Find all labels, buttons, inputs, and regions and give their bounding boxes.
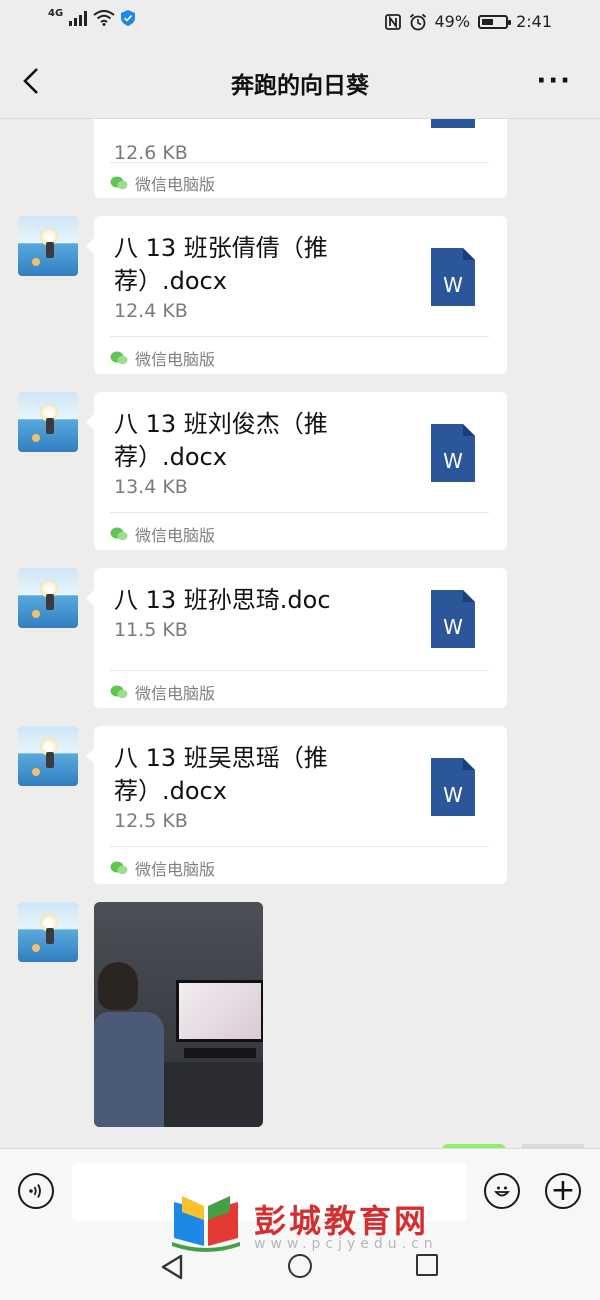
divider <box>110 162 489 163</box>
voice-button[interactable] <box>18 1173 54 1209</box>
divider <box>110 512 489 513</box>
avatar[interactable] <box>18 726 78 786</box>
file-source: 微信电脑版 <box>110 856 215 880</box>
photo-thumbnail[interactable] <box>94 902 263 1127</box>
file-message[interactable]: 八 13 班吴思瑶（推荐）.docx 12.5 KB W 微信电脑版 <box>86 726 507 884</box>
svg-text:W: W <box>443 615 463 639</box>
file-message[interactable]: 八 13 班孙思琦.doc 11.5 KB W 微信电脑版 <box>86 568 507 708</box>
clock: 2:41 <box>516 12 552 31</box>
file-name: 八 13 班吴思瑶（推荐）.docx <box>114 744 328 805</box>
avatar[interactable] <box>18 392 78 452</box>
file-size: 11.5 KB <box>114 619 188 641</box>
plus-icon[interactable]: + <box>545 1173 581 1209</box>
file-size: 12.5 KB <box>114 810 188 832</box>
file-name: 八 13 班张倩倩（推荐）.docx <box>114 234 328 295</box>
watermark: 彭城教育网 www.pcjyedu.cn <box>170 1190 470 1260</box>
word-doc-icon: W <box>431 590 475 648</box>
alarm-icon <box>409 13 426 30</box>
word-doc-icon: W <box>431 758 475 816</box>
svg-text:W: W <box>443 273 463 297</box>
chat-header: 奔跑的向日葵 ··· <box>0 44 600 119</box>
file-name: 八 13 班孙思琦.doc <box>114 586 331 614</box>
avatar[interactable] <box>18 216 78 276</box>
file-source: 微信电脑版 <box>110 680 215 704</box>
wechat-icon <box>110 861 128 875</box>
battery-percent: 49% <box>434 12 471 31</box>
watermark-url: www.pcjyedu.cn <box>254 1236 438 1252</box>
file-source: 微信电脑版 <box>110 171 215 195</box>
divider <box>110 846 489 847</box>
word-doc-icon: W <box>431 118 475 128</box>
chat-title: 奔跑的向日葵 <box>231 73 369 99</box>
svg-text:W: W <box>443 783 463 807</box>
more-dots-icon[interactable]: ··· <box>536 66 572 96</box>
avatar[interactable] <box>18 568 78 628</box>
word-doc-icon: W <box>431 248 475 306</box>
wechat-icon <box>110 351 128 365</box>
file-message[interactable]: 八 13 班刘俊杰（推荐）.docx 13.4 KB W 微信电脑版 <box>86 392 507 550</box>
emoji-button[interactable] <box>484 1173 520 1209</box>
book-logo-icon <box>172 1196 240 1252</box>
word-doc-icon: W <box>431 424 475 482</box>
signal-icon <box>69 10 88 26</box>
message-list[interactable]: W 12.6 KB 微信电脑版 八 13 班张倩倩（推荐）.docx 12.4 … <box>0 118 600 1148</box>
shield-icon <box>121 10 136 26</box>
file-message[interactable]: W 12.6 KB 微信电脑版 <box>94 118 507 198</box>
file-name: 八 13 班刘俊杰（推荐）.docx <box>114 410 328 471</box>
voice-icon <box>29 1184 41 1198</box>
status-bar: 4G 49% 2:41 <box>0 0 600 44</box>
file-message[interactable]: 八 13 班张倩倩（推荐）.docx 12.4 KB W 微信电脑版 <box>86 216 507 374</box>
file-source: 微信电脑版 <box>110 346 215 370</box>
avatar[interactable] <box>18 902 78 962</box>
network-type: 4G <box>48 7 64 19</box>
emoji-icon <box>494 1186 510 1197</box>
wechat-icon <box>110 176 128 190</box>
file-size: 13.4 KB <box>114 476 188 498</box>
battery-icon <box>478 14 512 29</box>
file-source: 微信电脑版 <box>110 522 215 546</box>
file-size: 12.6 KB <box>114 142 188 164</box>
divider <box>110 670 489 671</box>
svg-text:W: W <box>443 449 463 473</box>
wifi-icon <box>93 10 115 26</box>
wechat-icon <box>110 527 128 541</box>
file-size: 12.4 KB <box>114 300 188 322</box>
wechat-icon <box>110 685 128 699</box>
nfc-icon <box>384 13 401 30</box>
divider <box>110 336 489 337</box>
